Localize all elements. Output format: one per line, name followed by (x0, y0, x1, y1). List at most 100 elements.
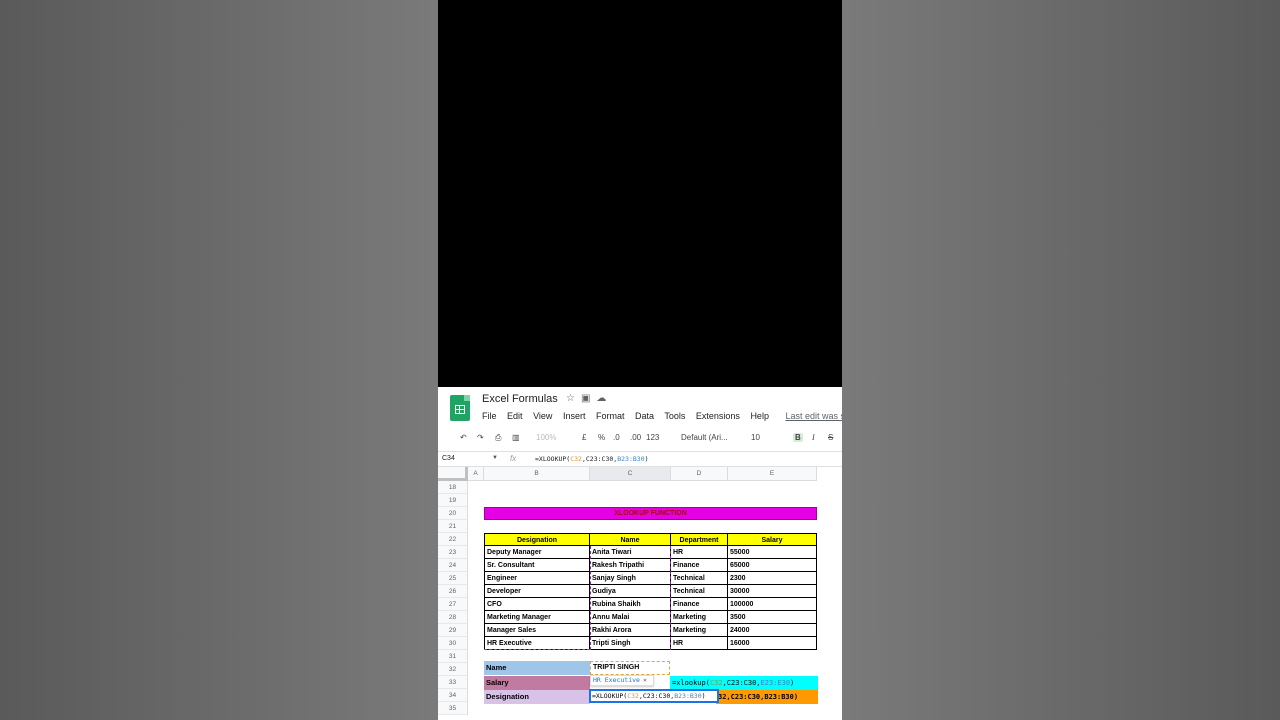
table-header-cell[interactable]: Name (590, 533, 671, 546)
row-header[interactable]: 19 (438, 494, 468, 507)
name-box[interactable]: C34 (442, 455, 455, 462)
table-header-cell[interactable]: Salary (728, 533, 817, 546)
row-header[interactable]: 26 (438, 585, 468, 598)
increase-decimal-button[interactable]: .00 (630, 433, 641, 442)
menu-help[interactable]: Help (750, 411, 769, 421)
table-cell[interactable]: Sanjay Singh (590, 572, 671, 585)
row-header[interactable]: 25 (438, 572, 468, 585)
row-header[interactable]: 18 (438, 481, 468, 494)
row-header[interactable]: 27 (438, 598, 468, 611)
row-header[interactable]: 22 (438, 533, 468, 546)
menu-file[interactable]: File (482, 411, 497, 421)
undo-icon[interactable]: ↶ (460, 433, 467, 442)
row-header[interactable]: 21 (438, 520, 468, 533)
active-cell-editor[interactable]: =XLOOKUP(C32,C23:C30,B23:B30) (589, 689, 719, 703)
table-header-cell[interactable]: Designation (484, 533, 590, 546)
menu-extensions[interactable]: Extensions (696, 411, 740, 421)
paint-format-icon[interactable]: ▥ (512, 433, 520, 442)
row-header[interactable]: 23 (438, 546, 468, 559)
row-header[interactable]: 20 (438, 507, 468, 520)
table-cell[interactable]: Technical (671, 572, 728, 585)
table-cell[interactable]: Anita Tiwari (590, 546, 671, 559)
table-cell[interactable]: 30000 (728, 585, 817, 598)
table-cell[interactable]: HR (671, 637, 728, 650)
row-header[interactable]: 28 (438, 611, 468, 624)
table-cell[interactable]: Annu Malai (590, 611, 671, 624)
table-cell[interactable]: Engineer (484, 572, 590, 585)
star-icon[interactable]: ☆ (566, 393, 581, 404)
table-cell[interactable]: CFO (484, 598, 590, 611)
table-cell[interactable]: 24000 (728, 624, 817, 637)
table-cell[interactable]: Gudiya (590, 585, 671, 598)
percent-button[interactable]: % (598, 433, 605, 442)
row-header[interactable]: 33 (438, 676, 468, 689)
more-formats-button[interactable]: 123 (646, 433, 659, 442)
font-select[interactable]: Default (Ari... (681, 433, 728, 442)
close-icon[interactable]: × (643, 676, 647, 684)
row-header[interactable]: 30 (438, 637, 468, 650)
cloud-status-icon[interactable]: ☁ (596, 393, 612, 404)
currency-button[interactable]: £ (582, 433, 586, 442)
table-cell[interactable]: 100000 (728, 598, 817, 611)
table-header-cell[interactable]: Department (671, 533, 728, 546)
table-cell[interactable]: 3500 (728, 611, 817, 624)
row-header[interactable]: 35 (438, 702, 468, 715)
menu-view[interactable]: View (533, 411, 552, 421)
formula-input[interactable]: =XLOOKUP(C32,C23:C30,B23:B30) (535, 455, 649, 463)
move-to-folder-icon[interactable]: ▣ (581, 393, 596, 404)
row-header[interactable]: 29 (438, 624, 468, 637)
table-cell[interactable]: 2300 (728, 572, 817, 585)
table-cell[interactable]: Deputy Manager (484, 546, 590, 559)
salary-formula-cell[interactable]: =xlookup(C32,C23:C30,E23:E30) (670, 676, 818, 690)
print-icon[interactable]: ⎙ (495, 433, 501, 443)
table-cell[interactable]: 16000 (728, 637, 817, 650)
redo-icon[interactable]: ↷ (477, 433, 484, 442)
select-all-corner[interactable] (438, 467, 468, 481)
table-cell[interactable]: 65000 (728, 559, 817, 572)
row-header[interactable]: 31 (438, 650, 468, 663)
row-header[interactable]: 34 (438, 689, 468, 702)
column-header-a[interactable]: A (468, 467, 484, 481)
sheet-title-band[interactable]: XLOOKUP FUNCTION (484, 507, 817, 520)
table-cell[interactable]: Finance (671, 559, 728, 572)
table-cell[interactable]: Rakesh Tripathi (590, 559, 671, 572)
label-salary[interactable]: Salary (484, 676, 590, 690)
sheets-logo-icon[interactable] (450, 395, 470, 421)
table-cell[interactable]: 55000 (728, 546, 817, 559)
table-cell[interactable]: Rakhi Arora (590, 624, 671, 637)
last-edit-link[interactable]: Last edit was secon (785, 411, 842, 421)
row-header[interactable]: 32 (438, 663, 468, 676)
label-designation[interactable]: Designation (484, 690, 590, 704)
decrease-decimal-button[interactable]: .0 (613, 433, 620, 442)
row-header[interactable]: 24 (438, 559, 468, 572)
bold-button[interactable]: B (793, 433, 803, 442)
menu-format[interactable]: Format (596, 411, 625, 421)
column-header-c[interactable]: C (590, 467, 671, 481)
autocomplete-hint[interactable]: HR Executive × (590, 675, 654, 686)
menu-insert[interactable]: Insert (563, 411, 586, 421)
table-cell[interactable]: Manager Sales (484, 624, 590, 637)
table-cell[interactable]: Marketing (671, 611, 728, 624)
menu-data[interactable]: Data (635, 411, 654, 421)
menu-edit[interactable]: Edit (507, 411, 523, 421)
table-cell[interactable]: HR (671, 546, 728, 559)
document-title[interactable]: Excel Formulas (482, 393, 558, 405)
table-cell[interactable]: Sr. Consultant (484, 559, 590, 572)
font-size-select[interactable]: 10 (751, 433, 760, 442)
column-header-b[interactable]: B (484, 467, 590, 481)
chevron-down-icon[interactable]: ▼ (492, 455, 498, 461)
table-cell[interactable]: Finance (671, 598, 728, 611)
column-header-e[interactable]: E (728, 467, 817, 481)
zoom-select[interactable]: 100% (536, 433, 556, 442)
italic-button[interactable]: I (812, 433, 815, 442)
strikethrough-button[interactable]: S (828, 433, 833, 442)
column-header-d[interactable]: D (671, 467, 728, 481)
table-cell[interactable]: Developer (484, 585, 590, 598)
menu-tools[interactable]: Tools (664, 411, 685, 421)
table-cell[interactable]: Technical (671, 585, 728, 598)
table-cell[interactable]: Tripti Singh (590, 637, 671, 650)
table-cell[interactable]: Rubina Shaikh (590, 598, 671, 611)
table-cell[interactable]: Marketing Manager (484, 611, 590, 624)
lookup-name-cell[interactable]: TRIPTI SINGH (590, 661, 670, 675)
label-name[interactable]: Name (484, 661, 590, 675)
